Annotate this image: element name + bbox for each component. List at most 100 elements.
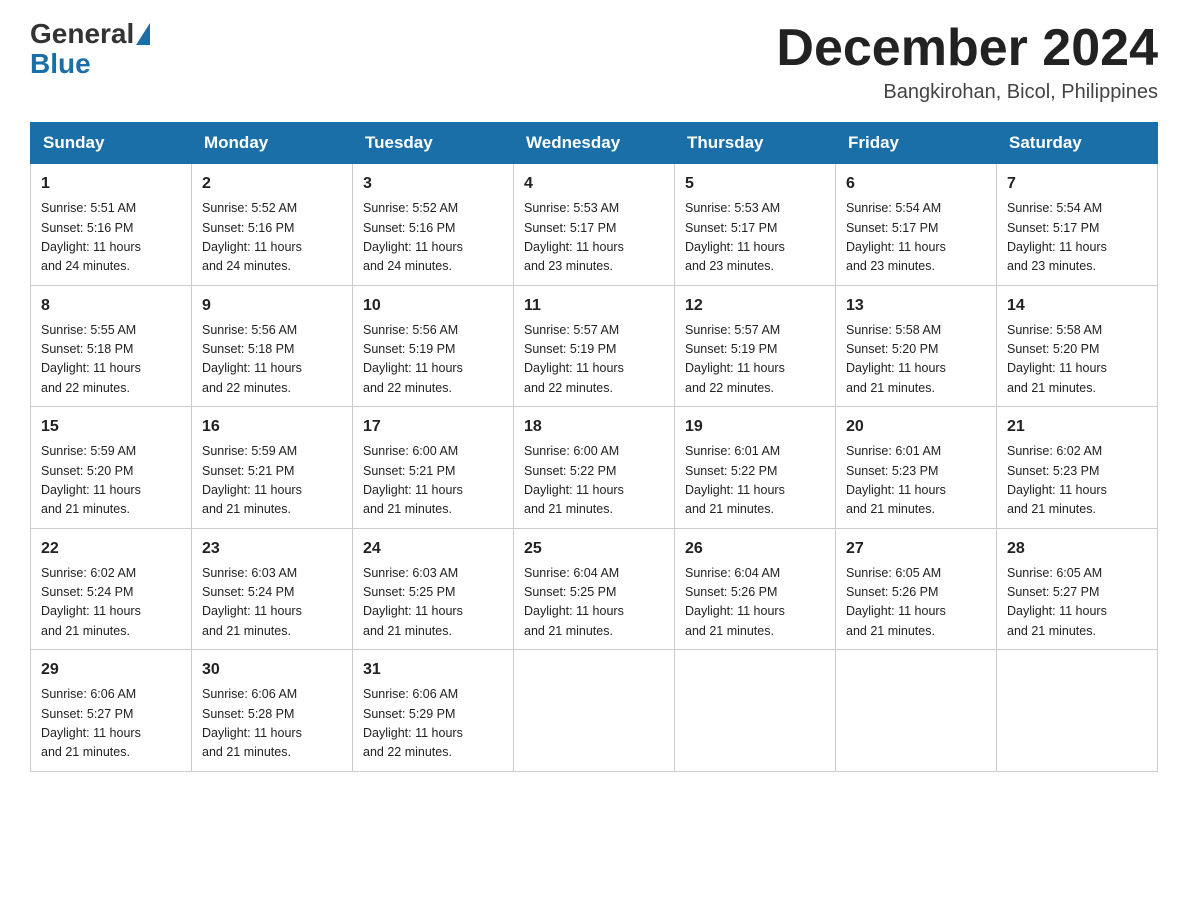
day-number: 25 <box>524 537 664 561</box>
day-number: 19 <box>685 415 825 439</box>
day-info: Sunrise: 6:01 AMSunset: 5:22 PMDaylight:… <box>685 442 825 520</box>
month-title: December 2024 <box>776 20 1158 77</box>
calendar-cell: 16 Sunrise: 5:59 AMSunset: 5:21 PMDayligh… <box>192 407 353 529</box>
day-number: 9 <box>202 294 342 318</box>
calendar-cell: 7Sunrise: 5:54 AMSunset: 5:17 PMDaylight… <box>997 164 1158 286</box>
calendar-cell: 29Sunrise: 6:06 AMSunset: 5:27 PMDayligh… <box>31 650 192 772</box>
calendar-cell: 30 Sunrise: 6:06 AMSunset: 5:28 PMDayligh… <box>192 650 353 772</box>
day-number: 12 <box>685 294 825 318</box>
day-info: Sunrise: 5:53 AMSunset: 5:17 PMDaylight:… <box>685 199 825 277</box>
day-number: 21 <box>1007 415 1147 439</box>
calendar-cell: 6 Sunrise: 5:54 AMSunset: 5:17 PMDaylight… <box>836 164 997 286</box>
calendar-cell: 12 Sunrise: 5:57 AMSunset: 5:19 PMDayligh… <box>675 285 836 407</box>
day-info: Sunrise: 6:03 AMSunset: 5:25 PMDaylight:… <box>363 564 503 642</box>
day-info: Sunrise: 6:01 AMSunset: 5:23 PMDaylight:… <box>846 442 986 520</box>
calendar-cell: 28 Sunrise: 6:05 AMSunset: 5:27 PMDayligh… <box>997 528 1158 650</box>
logo: General Blue <box>30 20 150 80</box>
calendar-header-monday: Monday <box>192 123 353 164</box>
calendar-cell: 8 Sunrise: 5:55 AMSunset: 5:18 PMDaylight… <box>31 285 192 407</box>
calendar-header-sunday: Sunday <box>31 123 192 164</box>
title-section: December 2024 Bangkirohan, Bicol, Philip… <box>776 20 1158 104</box>
calendar-cell: 27 Sunrise: 6:05 AMSunset: 5:26 PMDayligh… <box>836 528 997 650</box>
day-number: 26 <box>685 537 825 561</box>
day-number: 20 <box>846 415 986 439</box>
calendar-cell: 24 Sunrise: 6:03 AMSunset: 5:25 PMDayligh… <box>353 528 514 650</box>
day-info: Sunrise: 5:57 AMSunset: 5:19 PMDaylight:… <box>685 321 825 399</box>
day-number: 2 <box>202 172 342 196</box>
day-info: Sunrise: 5:56 AMSunset: 5:18 PMDaylight:… <box>202 321 342 399</box>
calendar-header-wednesday: Wednesday <box>514 123 675 164</box>
day-info: Sunrise: 6:02 AMSunset: 5:24 PMDaylight:… <box>41 564 181 642</box>
day-number: 13 <box>846 294 986 318</box>
location-subtitle: Bangkirohan, Bicol, Philippines <box>776 81 1158 104</box>
day-info: Sunrise: 5:59 AMSunset: 5:21 PMDaylight:… <box>202 442 342 520</box>
calendar-cell: 11Sunrise: 5:57 AMSunset: 5:19 PMDayligh… <box>514 285 675 407</box>
day-number: 30 <box>202 658 342 682</box>
day-info: Sunrise: 5:56 AMSunset: 5:19 PMDaylight:… <box>363 321 503 399</box>
day-number: 14 <box>1007 294 1147 318</box>
logo-blue-text: Blue <box>30 48 91 80</box>
calendar-cell <box>997 650 1158 772</box>
calendar-cell: 25Sunrise: 6:04 AMSunset: 5:25 PMDayligh… <box>514 528 675 650</box>
day-info: Sunrise: 5:53 AMSunset: 5:17 PMDaylight:… <box>524 199 664 277</box>
day-info: Sunrise: 5:52 AMSunset: 5:16 PMDaylight:… <box>202 199 342 277</box>
day-info: Sunrise: 6:06 AMSunset: 5:28 PMDaylight:… <box>202 685 342 763</box>
calendar-cell: 31 Sunrise: 6:06 AMSunset: 5:29 PMDayligh… <box>353 650 514 772</box>
calendar-cell: 21Sunrise: 6:02 AMSunset: 5:23 PMDayligh… <box>997 407 1158 529</box>
day-number: 28 <box>1007 537 1147 561</box>
day-info: Sunrise: 5:52 AMSunset: 5:16 PMDaylight:… <box>363 199 503 277</box>
day-info: Sunrise: 5:58 AMSunset: 5:20 PMDaylight:… <box>1007 321 1147 399</box>
day-info: Sunrise: 5:57 AMSunset: 5:19 PMDaylight:… <box>524 321 664 399</box>
calendar-cell <box>675 650 836 772</box>
calendar-cell: 19 Sunrise: 6:01 AMSunset: 5:22 PMDayligh… <box>675 407 836 529</box>
calendar-cell: 2 Sunrise: 5:52 AMSunset: 5:16 PMDaylight… <box>192 164 353 286</box>
day-number: 27 <box>846 537 986 561</box>
day-info: Sunrise: 6:06 AMSunset: 5:29 PMDaylight:… <box>363 685 503 763</box>
day-number: 8 <box>41 294 181 318</box>
day-number: 6 <box>846 172 986 196</box>
day-info: Sunrise: 6:04 AMSunset: 5:26 PMDaylight:… <box>685 564 825 642</box>
calendar-table: SundayMondayTuesdayWednesdayThursdayFrid… <box>30 122 1158 772</box>
calendar-cell: 20 Sunrise: 6:01 AMSunset: 5:23 PMDayligh… <box>836 407 997 529</box>
day-info: Sunrise: 5:51 AMSunset: 5:16 PMDaylight:… <box>41 199 181 277</box>
day-number: 7 <box>1007 172 1147 196</box>
calendar-cell: 17Sunrise: 6:00 AMSunset: 5:21 PMDayligh… <box>353 407 514 529</box>
calendar-cell: 10 Sunrise: 5:56 AMSunset: 5:19 PMDayligh… <box>353 285 514 407</box>
calendar-header-thursday: Thursday <box>675 123 836 164</box>
calendar-header-saturday: Saturday <box>997 123 1158 164</box>
day-number: 10 <box>363 294 503 318</box>
day-info: Sunrise: 5:54 AMSunset: 5:17 PMDaylight:… <box>846 199 986 277</box>
page-header: General Blue December 2024 Bangkirohan, … <box>30 20 1158 104</box>
calendar-cell: 13 Sunrise: 5:58 AMSunset: 5:20 PMDayligh… <box>836 285 997 407</box>
day-info: Sunrise: 6:06 AMSunset: 5:27 PMDaylight:… <box>41 685 181 763</box>
day-number: 3 <box>363 172 503 196</box>
day-number: 22 <box>41 537 181 561</box>
calendar-week-row: 8 Sunrise: 5:55 AMSunset: 5:18 PMDaylight… <box>31 285 1158 407</box>
day-number: 24 <box>363 537 503 561</box>
calendar-week-row: 1Sunrise: 5:51 AMSunset: 5:16 PMDaylight… <box>31 164 1158 286</box>
day-info: Sunrise: 5:58 AMSunset: 5:20 PMDaylight:… <box>846 321 986 399</box>
day-info: Sunrise: 6:05 AMSunset: 5:26 PMDaylight:… <box>846 564 986 642</box>
day-number: 31 <box>363 658 503 682</box>
day-info: Sunrise: 6:00 AMSunset: 5:22 PMDaylight:… <box>524 442 664 520</box>
day-info: Sunrise: 6:03 AMSunset: 5:24 PMDaylight:… <box>202 564 342 642</box>
calendar-cell: 23Sunrise: 6:03 AMSunset: 5:24 PMDayligh… <box>192 528 353 650</box>
calendar-week-row: 15 Sunrise: 5:59 AMSunset: 5:20 PMDayligh… <box>31 407 1158 529</box>
calendar-week-row: 29Sunrise: 6:06 AMSunset: 5:27 PMDayligh… <box>31 650 1158 772</box>
calendar-cell: 26 Sunrise: 6:04 AMSunset: 5:26 PMDayligh… <box>675 528 836 650</box>
day-number: 16 <box>202 415 342 439</box>
logo-arrow-icon <box>136 23 150 45</box>
day-number: 15 <box>41 415 181 439</box>
calendar-cell <box>836 650 997 772</box>
calendar-cell: 14 Sunrise: 5:58 AMSunset: 5:20 PMDayligh… <box>997 285 1158 407</box>
calendar-cell: 18Sunrise: 6:00 AMSunset: 5:22 PMDayligh… <box>514 407 675 529</box>
calendar-cell: 3 Sunrise: 5:52 AMSunset: 5:16 PMDaylight… <box>353 164 514 286</box>
day-info: Sunrise: 5:59 AMSunset: 5:20 PMDaylight:… <box>41 442 181 520</box>
calendar-cell: 4Sunrise: 5:53 AMSunset: 5:17 PMDaylight… <box>514 164 675 286</box>
day-info: Sunrise: 5:55 AMSunset: 5:18 PMDaylight:… <box>41 321 181 399</box>
calendar-cell: 15 Sunrise: 5:59 AMSunset: 5:20 PMDayligh… <box>31 407 192 529</box>
calendar-cell: 5Sunrise: 5:53 AMSunset: 5:17 PMDaylight… <box>675 164 836 286</box>
calendar-cell: 9 Sunrise: 5:56 AMSunset: 5:18 PMDaylight… <box>192 285 353 407</box>
calendar-header-friday: Friday <box>836 123 997 164</box>
day-info: Sunrise: 6:05 AMSunset: 5:27 PMDaylight:… <box>1007 564 1147 642</box>
